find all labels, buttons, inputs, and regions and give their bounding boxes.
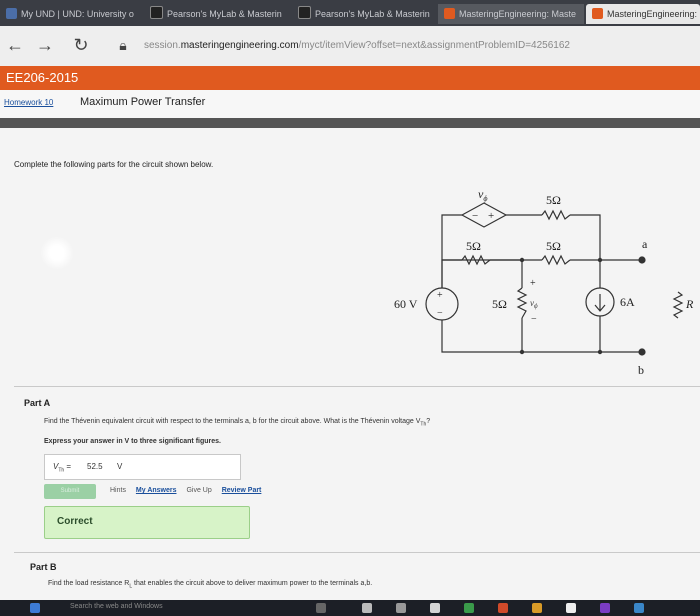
app-green-icon[interactable]: [464, 603, 474, 613]
pearson-favicon-icon: [150, 6, 163, 19]
label-vphi: vϕ: [478, 187, 487, 203]
resistor-top: [541, 209, 571, 221]
svg-text:−: −: [437, 308, 443, 319]
label-vphi-vertical: vϕ: [530, 298, 538, 310]
answer-value: 52.5: [87, 462, 103, 471]
part-b-title: Part B: [30, 562, 57, 572]
label-r-vertical: 5Ω: [492, 297, 507, 311]
terminal-a-dot: [638, 256, 646, 264]
tab-my-und[interactable]: My UND | UND: University o: [0, 4, 140, 24]
und-favicon-icon: [6, 8, 17, 19]
correct-feedback: Correct: [44, 506, 250, 539]
source-minus: −: [472, 210, 478, 222]
tab-mastering-1[interactable]: MasteringEngineering: Maste: [438, 4, 584, 24]
url-field[interactable]: session.masteringengineering.com/myct/it…: [144, 40, 570, 51]
svg-text:+: +: [530, 278, 536, 289]
back-arrow-icon[interactable]: ←: [4, 34, 26, 56]
app-orange-icon[interactable]: [532, 603, 542, 613]
app-blue-icon[interactable]: [634, 603, 644, 613]
dependent-source: [460, 202, 508, 228]
mastering-favicon-icon: [592, 8, 603, 19]
lock-icon: 🔒︎: [119, 37, 127, 53]
submit-button[interactable]: Submit: [44, 484, 96, 499]
homework-link[interactable]: Homework 10: [4, 98, 53, 107]
label-6a: 6A: [620, 295, 635, 309]
address-bar: ← → ↻ 🔒︎ session.masteringengineering.co…: [0, 26, 700, 67]
problem-content: Complete the following parts for the cir…: [0, 128, 700, 616]
source-plus: +: [488, 210, 494, 222]
part-b-question: Find the load resistance RL that enables…: [48, 580, 373, 590]
intro-text: Complete the following parts for the cir…: [14, 160, 214, 169]
correct-label: Correct: [57, 516, 93, 527]
svg-text:−: −: [531, 314, 537, 325]
breadcrumb: Homework 10 Maximum Power Transfer: [0, 90, 700, 119]
browser-tab-bar: My UND | UND: University o Pearson's MyL…: [0, 0, 700, 26]
answer-field[interactable]: VTh = 52.5 V: [44, 454, 241, 480]
part-b-divider: [14, 552, 700, 553]
label-r-top: 5Ω: [546, 193, 561, 207]
label-60v: 60 V: [394, 297, 418, 311]
label-rl: R: [685, 297, 694, 311]
part-a-title: Part A: [24, 398, 51, 408]
label-r-mid-right: 5Ω: [546, 239, 561, 253]
windows-start-icon[interactable]: [30, 603, 40, 613]
refresh-icon[interactable]: ↻: [70, 34, 92, 56]
tab-mastering-active[interactable]: MasteringEngineering:: [586, 4, 700, 24]
tab-pearson-1[interactable]: Pearson's MyLab & Masterin: [144, 4, 288, 24]
terminal-b-dot: [638, 348, 646, 356]
wire-bottom: [441, 320, 642, 353]
label-terminal-a: a: [642, 237, 648, 251]
circuit-diagram: vϕ − + 5Ω 5Ω 5Ω 5Ω 60 V + − 6A a b + vϕ …: [394, 187, 694, 377]
wire-to-dependent-source: [441, 214, 462, 260]
store-icon[interactable]: [362, 603, 372, 613]
course-title: EE206-2015: [6, 70, 79, 85]
taskbar-search[interactable]: Search the web and Windows: [70, 603, 163, 610]
tab-pearson-2[interactable]: Pearson's MyLab & Masterin: [292, 4, 434, 24]
part-a-links: Hints My Answers Give Up Review Part: [110, 487, 269, 494]
answer-label: VTh =: [53, 462, 72, 474]
part-a-divider: [14, 386, 700, 387]
pearson-favicon-icon: [298, 6, 311, 19]
page-title: Maximum Power Transfer: [80, 96, 206, 108]
review-part-link[interactable]: Review Part: [222, 487, 262, 494]
app-icon[interactable]: [396, 603, 406, 613]
app-red-icon[interactable]: [498, 603, 508, 613]
svg-text:+: +: [437, 290, 443, 301]
answer-unit: V: [117, 462, 123, 471]
give-up-link[interactable]: Give Up: [186, 487, 211, 494]
hints-link[interactable]: Hints: [110, 487, 126, 494]
wire-top: [506, 214, 601, 260]
app-purple-icon[interactable]: [600, 603, 610, 613]
app-white-icon[interactable]: [566, 603, 576, 613]
resistor-vertical: [516, 287, 528, 319]
amazon-icon[interactable]: [430, 603, 440, 613]
label-r-mid-left: 5Ω: [466, 239, 481, 253]
resistor-mid-right: [541, 254, 571, 266]
header-divider: [0, 118, 700, 128]
label-terminal-b: b: [638, 363, 644, 377]
task-view-icon[interactable]: [316, 603, 326, 613]
screen-glare: [40, 236, 74, 270]
part-a-instruction: Express your answer in V to three signif…: [44, 438, 221, 445]
taskbar: Search the web and Windows: [0, 600, 700, 616]
mastering-favicon-icon: [444, 8, 455, 19]
part-a-question: Find the Thévenin equivalent circuit wit…: [44, 418, 431, 428]
forward-arrow-icon[interactable]: →: [34, 34, 56, 56]
my-answers-link[interactable]: My Answers: [136, 487, 177, 494]
course-header: EE206-2015: [0, 66, 700, 90]
load-resistor: [672, 291, 684, 319]
